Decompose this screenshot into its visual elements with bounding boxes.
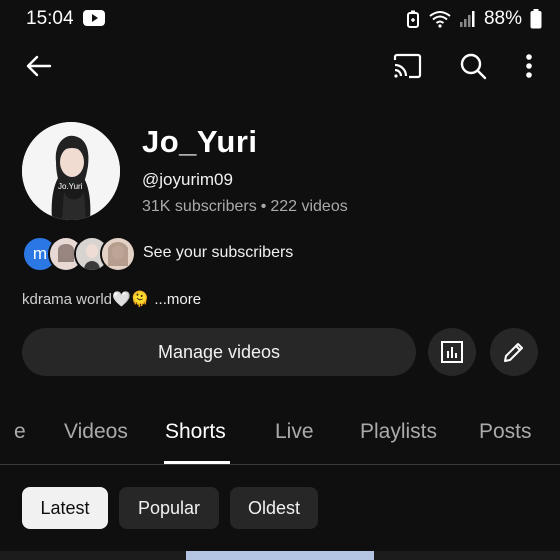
search-icon [460, 53, 487, 80]
channel-description[interactable]: kdrama world🤍🫠 ...more [22, 290, 201, 309]
analytics-button[interactable] [428, 328, 476, 376]
youtube-notification-icon [82, 10, 105, 32]
back-button[interactable] [22, 50, 54, 82]
subscriber-avatar [100, 236, 136, 272]
tab-videos[interactable]: Videos [64, 420, 128, 444]
see-subscribers-link[interactable]: See your subscribers [143, 244, 293, 262]
subscriber-avatars[interactable]: m [22, 236, 136, 272]
search-button[interactable] [456, 50, 490, 82]
video-count: 222 videos [270, 198, 348, 215]
tab-playlists[interactable]: Playlists [360, 420, 437, 444]
edit-channel-button[interactable] [490, 328, 538, 376]
tab-live[interactable]: Live [275, 420, 314, 444]
tab-shorts[interactable]: Shorts [165, 420, 226, 444]
tab-home-partial[interactable]: e [14, 420, 26, 444]
channel-handle: @joyurim09 [142, 170, 233, 189]
tab-posts[interactable]: Posts [479, 420, 532, 444]
description-text: kdrama world🤍🫠 [22, 291, 150, 308]
channel-name: Jo_Yuri [142, 124, 258, 159]
battery-text: 88% [483, 8, 522, 29]
signal-icon [459, 10, 476, 28]
wifi-icon [428, 10, 452, 28]
stats-separator: • [260, 198, 267, 215]
active-tab-indicator [164, 461, 230, 464]
channel-tabs: e Videos Shorts Live Playlists Posts [0, 408, 560, 465]
manage-videos-button[interactable]: Manage videos [22, 328, 416, 376]
subscriber-initial-text: m [32, 244, 48, 263]
cast-icon [393, 53, 422, 79]
chip-latest[interactable]: Latest [22, 487, 108, 529]
chip-popular[interactable]: Popular [119, 487, 219, 529]
avatar-photo [22, 122, 120, 220]
status-icons: 88% [406, 8, 542, 30]
analytics-icon [441, 341, 463, 363]
short-thumbnail[interactable] [186, 551, 374, 560]
pencil-icon [504, 343, 523, 362]
channel-avatar[interactable]: Jo.Yuri [22, 122, 120, 220]
channel-stats: 31K subscribers • 222 videos [142, 198, 348, 216]
subscriber-count: 31K subscribers [142, 198, 257, 215]
more-options-button[interactable] [518, 50, 540, 82]
chip-oldest[interactable]: Oldest [230, 487, 318, 529]
back-arrow-icon [26, 55, 52, 77]
more-link[interactable]: ...more [154, 291, 201, 308]
battery-icon [530, 9, 542, 29]
status-time: 15:04 [26, 8, 105, 32]
cast-button[interactable] [390, 50, 424, 82]
clock-text: 15:04 [26, 8, 74, 29]
more-vert-icon [526, 54, 532, 78]
avatar-caption-text: Jo.Yuri [58, 182, 83, 191]
battery-saver-icon [406, 10, 420, 28]
